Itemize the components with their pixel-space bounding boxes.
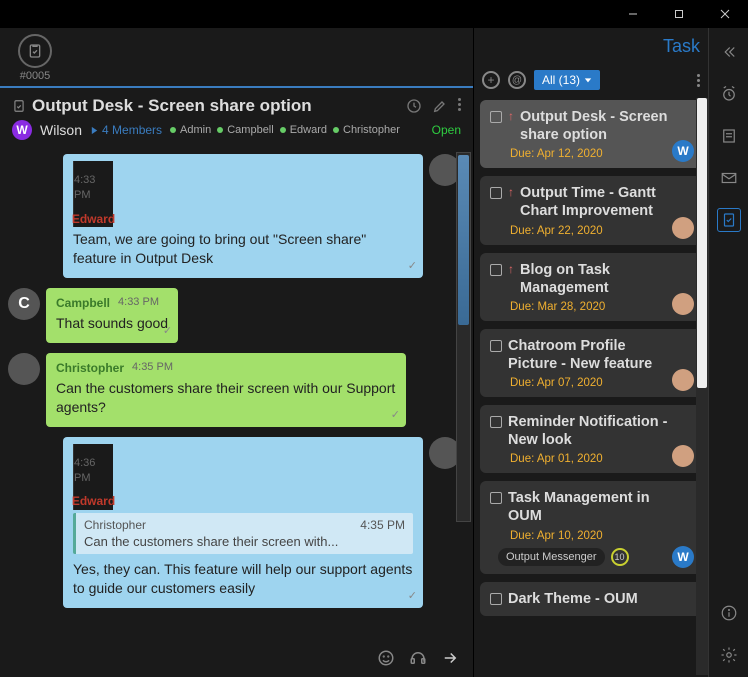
task-card[interactable]: Chatroom Profile Picture - New feature Du…: [480, 329, 702, 397]
participant: Admin: [170, 124, 211, 136]
task-checkbox[interactable]: [490, 416, 502, 428]
priority-icon: ↑: [508, 109, 514, 123]
task-due: Due: Apr 07, 2020: [510, 377, 692, 389]
refresh-button[interactable]: @: [508, 71, 526, 89]
task-card[interactable]: ↑ Output Time - Gantt Chart Improvement Du…: [480, 176, 702, 244]
clipboard-icon: [12, 99, 26, 113]
tabstrip: #0005: [0, 28, 473, 88]
task-checkbox[interactable]: [490, 187, 502, 199]
owner-avatar[interactable]: W: [12, 120, 32, 140]
task-avatar[interactable]: W: [672, 546, 694, 568]
message: Christopher4:35 PMCan the customers shar…: [8, 353, 461, 427]
alarm-icon[interactable]: [717, 82, 741, 106]
task-card[interactable]: Task Management in OUM Due: Apr 10, 2020 O…: [480, 481, 702, 573]
panel-title: Task: [663, 36, 700, 57]
message-bubble: Campbell4:33 PMThat sounds good✓: [46, 288, 178, 343]
composer-tools: [0, 645, 473, 677]
participant: Christopher: [333, 124, 400, 136]
task-tag: Output Messenger: [498, 548, 605, 566]
more-icon[interactable]: [458, 98, 461, 114]
conversation-header: Output Desk - Screen share option W Wils…: [0, 88, 473, 146]
task-title: Output Desk - Screen share option: [520, 108, 692, 144]
panel-more-icon[interactable]: [697, 74, 700, 87]
members-link[interactable]: 4 Members: [90, 123, 162, 137]
filter-dropdown[interactable]: All (13): [534, 70, 600, 90]
tab-id: #0005: [20, 70, 51, 82]
right-rail: [708, 28, 748, 677]
task-avatar[interactable]: [672, 293, 694, 315]
avatar[interactable]: [8, 353, 40, 385]
mail-icon[interactable]: [717, 166, 741, 190]
message-list: 4:33 PMEdwardTeam, we are going to bring…: [0, 146, 473, 645]
task-title: Dark Theme - OUM: [508, 590, 660, 608]
task-due: Due: Apr 01, 2020: [510, 453, 692, 465]
task-list: ↑ Output Desk - Screen share option Due: A…: [474, 100, 708, 677]
task-due: Due: Apr 12, 2020: [510, 148, 692, 160]
task-title: Task Management in OUM: [508, 489, 692, 525]
history-icon[interactable]: [406, 98, 422, 114]
task-title: Reminder Notification - New look: [508, 413, 692, 449]
task-due: Due: Mar 28, 2020: [510, 301, 692, 313]
tab-task-0005[interactable]: #0005: [10, 30, 60, 86]
owner-name: Wilson: [40, 122, 82, 138]
participant-list: Admin Campbell Edward Christopher: [170, 124, 400, 136]
task-scrollbar[interactable]: [696, 98, 708, 675]
maximize-button[interactable]: [656, 0, 702, 28]
task-card[interactable]: ↑ Blog on Task Management Due: Mar 28, 202…: [480, 253, 702, 321]
task-checkbox[interactable]: [490, 340, 502, 352]
status-open: Open: [432, 123, 461, 137]
task-avatar[interactable]: [672, 217, 694, 239]
task-due: Due: Apr 22, 2020: [510, 225, 692, 237]
emoji-icon[interactable]: [377, 649, 395, 667]
task-checkbox[interactable]: [490, 264, 502, 276]
headset-icon[interactable]: [409, 649, 427, 667]
priority-icon: ↑: [508, 185, 514, 199]
task-title: Chatroom Profile Picture - New feature: [508, 337, 692, 373]
task-rail-icon[interactable]: [717, 208, 741, 232]
collapse-icon[interactable]: [717, 40, 741, 64]
notes-icon[interactable]: [717, 124, 741, 148]
task-title: Output Time - Gantt Chart Improvement: [520, 184, 692, 220]
task-due: Due: Apr 10, 2020: [510, 530, 692, 542]
task-checkbox[interactable]: [490, 492, 502, 504]
message-bubble: 4:36 PMEdwardChristopher4:35 PMCan the c…: [63, 437, 423, 608]
priority-icon: ↑: [508, 262, 514, 276]
avatar[interactable]: C: [8, 288, 40, 320]
edit-icon[interactable]: [432, 98, 448, 114]
message-bubble: Christopher4:35 PMCan the customers shar…: [46, 353, 406, 427]
settings-icon[interactable]: [717, 643, 741, 667]
message: 4:36 PMEdwardChristopher4:35 PMCan the c…: [8, 437, 461, 608]
task-checkbox[interactable]: [490, 593, 502, 605]
participant: Edward: [280, 124, 327, 136]
close-button[interactable]: [702, 0, 748, 28]
message: CCampbell4:33 PMThat sounds good✓: [8, 288, 461, 343]
task-title: Blog on Task Management: [520, 261, 692, 297]
task-card[interactable]: Reminder Notification - New look Due: Apr…: [480, 405, 702, 473]
message: 4:33 PMEdwardTeam, we are going to bring…: [8, 154, 461, 278]
task-avatar[interactable]: [672, 369, 694, 391]
chat-scrollbar[interactable]: [456, 152, 471, 522]
task-card[interactable]: ↑ Output Desk - Screen share option Due: A…: [480, 100, 702, 168]
task-progress: 10: [611, 548, 629, 566]
minimize-button[interactable]: [610, 0, 656, 28]
conversation-title: Output Desk - Screen share option: [32, 96, 312, 116]
task-card[interactable]: Dark Theme - OUM: [480, 582, 702, 616]
send-icon[interactable]: [441, 649, 459, 667]
info-icon[interactable]: [717, 601, 741, 625]
window-titlebar: [0, 0, 748, 28]
task-checkbox[interactable]: [490, 111, 502, 123]
message-bubble: 4:33 PMEdwardTeam, we are going to bring…: [63, 154, 423, 278]
add-task-button[interactable]: +: [482, 71, 500, 89]
participant: Campbell: [217, 124, 273, 136]
